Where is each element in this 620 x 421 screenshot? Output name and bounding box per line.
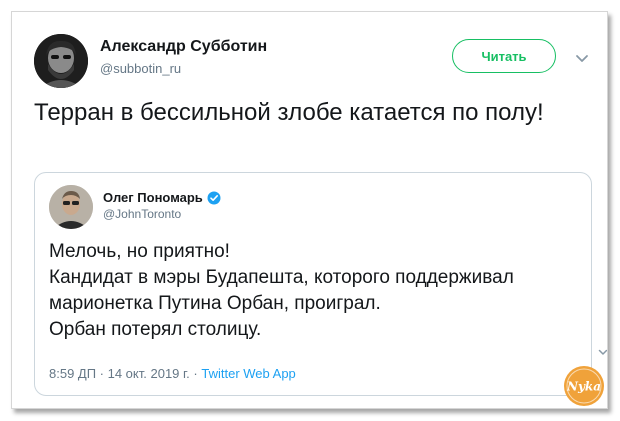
quoted-tweet-card[interactable]: Олег Пономарь @JohnToronto Мелочь, но пр… (34, 172, 607, 396)
quoted-author-name-row[interactable]: Олег Пономарь (103, 190, 221, 205)
follow-button[interactable]: Читать (452, 39, 556, 73)
author-avatar[interactable] (34, 34, 88, 88)
meta-separator: · (189, 366, 202, 381)
quoted-author-avatar[interactable] (49, 185, 93, 229)
tweet-screenshot-frame: Александр Субботин @subbotin_ru Читать Т… (11, 11, 608, 409)
author-handle[interactable]: @subbotin_ru (100, 61, 181, 76)
verified-badge-icon (207, 191, 221, 204)
quoted-tweet-line: Мелочь, но приятно! (49, 241, 230, 262)
quoted-author-name[interactable]: Олег Пономарь (103, 190, 203, 205)
watermark-logo: Nyka (564, 366, 604, 406)
quoted-tweet-line: марионетка Путина Орбан, проиграл. (49, 293, 381, 314)
chevron-down-icon[interactable] (575, 54, 589, 64)
quoted-author-handle[interactable]: @JohnToronto (103, 207, 181, 221)
quoted-tweet-source[interactable]: Twitter Web App (201, 366, 295, 381)
svg-text:Nyka: Nyka (566, 380, 601, 394)
quoted-tweet-text: Мелочь, но приятно! Кандидат в мэры Буда… (49, 239, 589, 343)
quoted-tweet-meta: 8:59 ДП · 14 окт. 2019 г. · Twitter Web … (49, 366, 296, 381)
quoted-tweet-line: Орбан потерял столицу. (49, 319, 262, 340)
author-name[interactable]: Александр Субботин (100, 38, 267, 56)
quoted-tweet-timestamp[interactable]: 8:59 ДП · 14 окт. 2019 г. (49, 366, 190, 381)
chevron-down-icon[interactable] (598, 349, 608, 356)
quoted-author-avatar-image (49, 185, 93, 229)
author-avatar-image (34, 34, 88, 88)
tweet-text: Терран в бессильной злобе катается по по… (34, 99, 544, 126)
quoted-tweet-line: Кандидат в мэры Будапешта, которого подд… (49, 267, 514, 288)
